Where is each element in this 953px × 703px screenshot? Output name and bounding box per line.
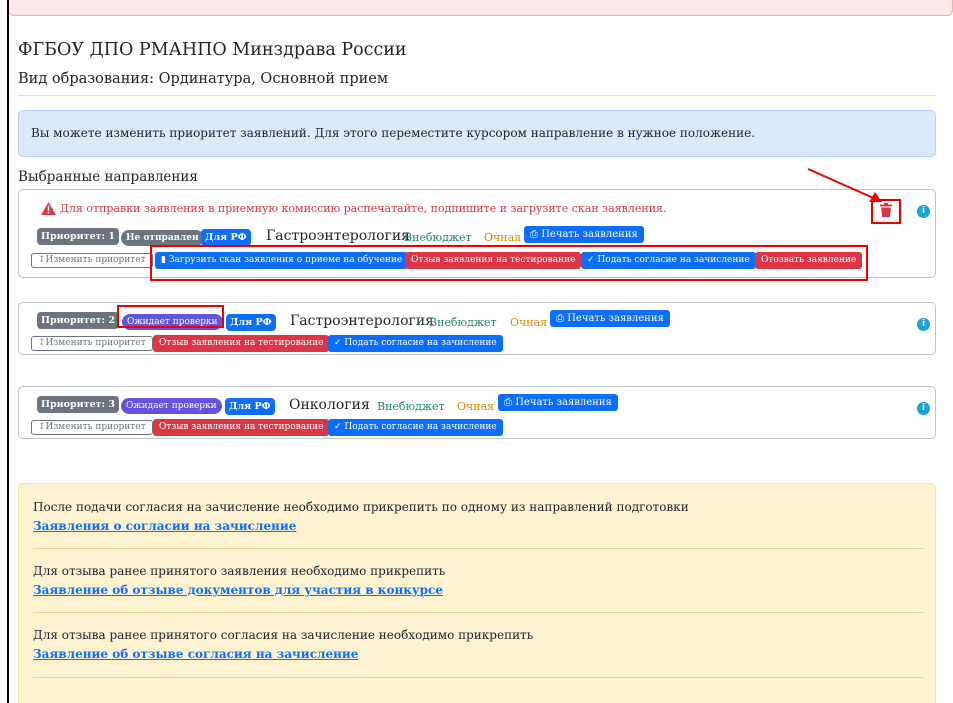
status-badge: Ожидает проверки [121,398,222,414]
citizenship-badge: Для РФ [201,229,251,246]
divider [33,548,923,549]
financing-type: Внебюджет [404,231,472,244]
print-label: Печать заявления [515,397,612,408]
check-icon: ✓ [334,338,342,348]
consent-notice-text: После подачи согласия на зачисление необ… [33,500,689,514]
divider [33,677,923,678]
attachments-notice: После подачи согласия на зачисление необ… [18,483,936,703]
consent-button[interactable]: ✓ Подать согласие на зачисление [328,419,503,436]
window-left-edge [7,0,9,703]
page-title: ФГБОУ ДПО РМАНПО Минздрава России [18,40,407,60]
selected-directions-title: Выбранные направления [18,169,198,185]
citizenship-badge: Для РФ [225,398,275,415]
priority-badge: Приоритет: 3 [37,396,119,413]
printer-icon: ⎙ [504,397,512,408]
check-icon: ✓ [334,422,342,432]
sort-icon: ↕ [38,422,46,432]
withdraw-test-button[interactable]: Отзыв заявления на тестирование [153,419,330,436]
citizenship-badge: Для РФ [226,314,276,331]
change-priority-button[interactable]: ↕Изменить приоритет [31,253,153,268]
priority-badge: Приоритет: 1 [37,228,119,245]
change-priority-button[interactable]: ↕Изменить приоритет [31,336,153,351]
withdraw-consent-link[interactable]: Заявление об отзыве согласия на зачислен… [33,647,358,661]
study-form: Очная [484,231,522,244]
change-priority-label: Изменить приоритет [45,422,146,432]
withdraw-documents-link[interactable]: Заявление об отзыве документов для участ… [33,583,443,597]
education-type: Вид образования: Ординатура, Основной пр… [18,71,389,87]
top-error-banner [8,0,953,16]
speciality-name: Гастроэнтерология [290,313,435,329]
upload-warning: Для отправки заявления в приемную комисс… [41,202,666,218]
financing-type: Внебюджет [377,400,445,413]
consent-label: Подать согласие на зачисление [344,422,497,432]
change-priority-button[interactable]: ↕Изменить приоритет [31,420,153,435]
priority-badge: Приоритет: 2 [37,312,119,329]
print-label: Печать заявления [541,229,638,240]
consent-button[interactable]: ✓ Подать согласие на зачисление [328,335,503,352]
actions-highlight-box [150,245,868,281]
printer-icon: ⎙ [530,229,538,240]
speciality-name: Онкология [289,397,370,413]
study-form: Очная [510,316,548,329]
divider [18,95,936,96]
info-icon[interactable]: i [917,318,930,331]
print-label: Печать заявления [567,313,664,324]
consent-link[interactable]: Заявления о согласии на зачисление [33,519,296,533]
annotation-arrow-icon [807,168,882,202]
change-priority-label: Изменить приоритет [45,338,146,348]
sort-icon: ↕ [38,255,46,265]
withdraw-application-notice-text: Для отзыва ранее принятого заявления нео… [33,564,446,578]
upload-warning-text: Для отправки заявления в приемную комисс… [60,202,667,215]
financing-type: Внебюджет [429,316,497,329]
print-application-button[interactable]: ⎙ Печать заявления [498,394,618,411]
divider [33,612,923,613]
priority-info-alert: Вы можете изменить приоритет заявлений. … [18,110,936,157]
withdraw-consent-notice-text: Для отзыва ранее принятого согласия на з… [33,628,534,642]
study-form: Очная [457,400,495,413]
application-card-3[interactable]: Приоритет: 3 Ожидает проверки Для РФ Онк… [18,386,936,439]
info-icon[interactable]: i [917,205,930,218]
status-highlight-box [117,305,224,328]
consent-label: Подать согласие на зачисление [344,338,497,348]
print-application-button[interactable]: ⎙ Печать заявления [550,310,670,327]
sort-icon: ↕ [38,338,46,348]
printer-icon: ⎙ [556,313,564,324]
change-priority-label: Изменить приоритет [45,255,146,265]
warning-icon [41,202,56,218]
status-badge: Не отправлен [121,230,204,246]
speciality-name: Гастроэнтерология [266,228,411,244]
info-icon[interactable]: i [917,402,930,415]
withdraw-test-button[interactable]: Отзыв заявления на тестирование [153,335,330,352]
print-application-button[interactable]: ⎙ Печать заявления [524,226,644,243]
